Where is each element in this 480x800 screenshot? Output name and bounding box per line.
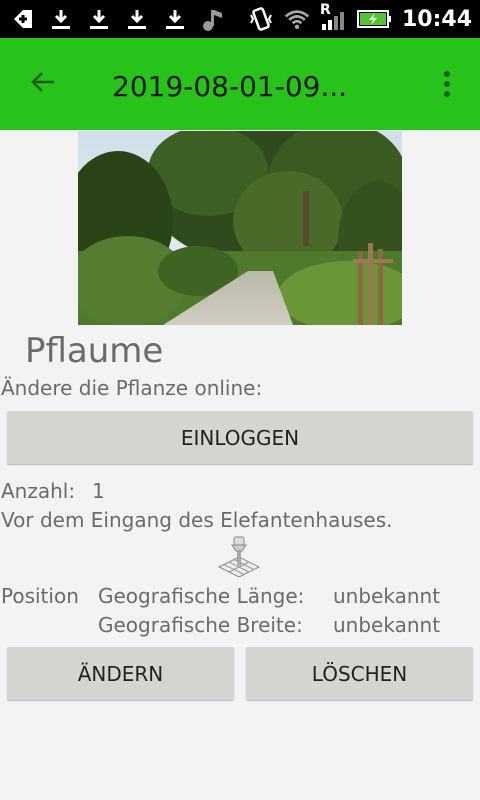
battery-charging-icon xyxy=(356,6,392,32)
edit-button[interactable]: ÄNDERN xyxy=(7,647,234,700)
status-bar: R 10:44 xyxy=(0,0,480,38)
login-button[interactable]: EINLOGGEN xyxy=(7,411,473,464)
position-label: Position xyxy=(1,584,79,608)
latitude-label: Geografische Breite: xyxy=(98,613,303,637)
gmail-icon xyxy=(10,6,36,32)
plant-photo[interactable] xyxy=(78,131,402,325)
latitude-value: unbekannt xyxy=(333,613,441,637)
arrow-left-icon xyxy=(31,72,54,92)
clock-time: 10:44 xyxy=(401,6,472,32)
download-icon xyxy=(86,6,112,32)
back-button[interactable] xyxy=(22,64,64,100)
longitude-label: Geografische Länge: xyxy=(98,584,305,608)
page-title: 2019-08-01-09... xyxy=(112,70,348,103)
roaming-indicator: R xyxy=(319,2,331,18)
toolbar: 2019-08-01-09... xyxy=(0,38,480,130)
more-vert-icon xyxy=(444,71,450,97)
count-label: Anzahl: xyxy=(1,479,76,503)
map-pin-icon[interactable] xyxy=(216,535,262,578)
edit-online-label: Ändere die Pflanze online: xyxy=(1,376,263,400)
signal-roaming-icon: R xyxy=(320,2,346,32)
count-value: 1 xyxy=(92,479,105,503)
download-icon xyxy=(124,6,150,32)
download-icon xyxy=(48,6,74,32)
delete-button[interactable]: LÖSCHEN xyxy=(246,647,473,700)
download-icon xyxy=(162,6,188,32)
music-icon xyxy=(200,6,226,32)
plant-name: Pflaume xyxy=(25,331,164,371)
wifi-icon xyxy=(284,6,310,32)
vibrate-icon xyxy=(248,6,274,32)
overflow-menu-button[interactable] xyxy=(434,64,460,104)
plant-description: Vor dem Eingang des Elefantenhauses. xyxy=(1,508,393,532)
longitude-value: unbekannt xyxy=(333,584,441,608)
